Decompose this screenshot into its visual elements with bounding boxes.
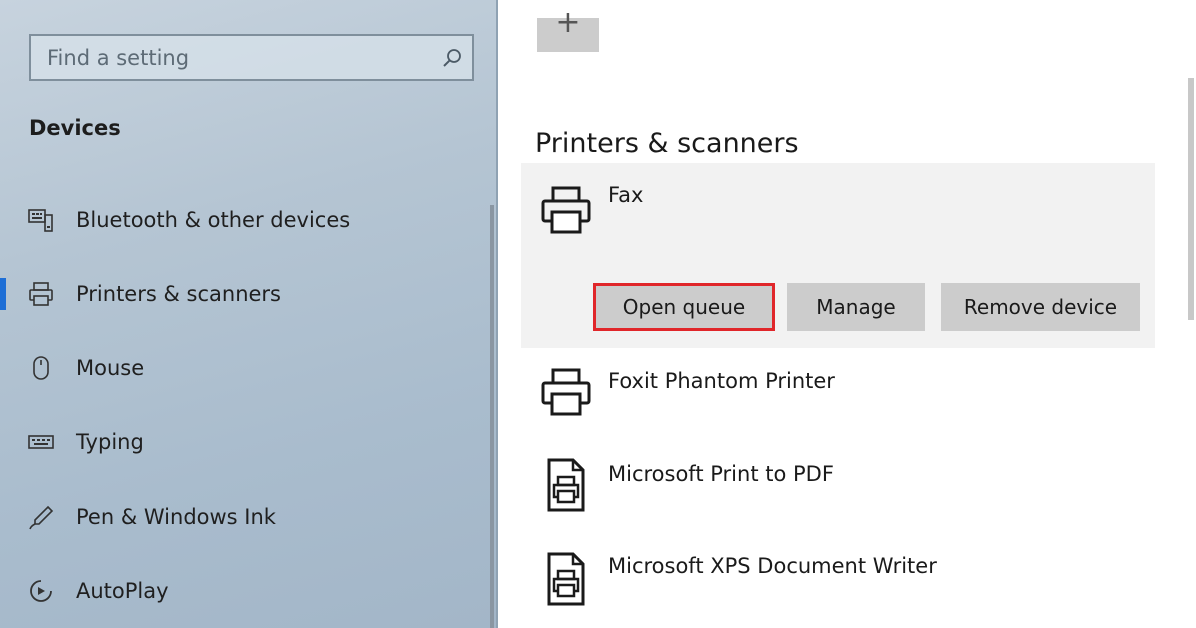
device-name: Fax	[608, 183, 644, 207]
device-item-xps-writer[interactable]: Microsoft XPS Document Writer	[521, 540, 1155, 620]
sidebar-item-label: Typing	[76, 430, 144, 454]
device-item-print-to-pdf[interactable]: Microsoft Print to PDF	[521, 448, 1155, 528]
search-box[interactable]	[29, 34, 474, 81]
printer-icon	[536, 363, 596, 421]
device-item-foxit[interactable]: Foxit Phantom Printer	[521, 355, 1155, 435]
printer-icon	[27, 280, 55, 308]
sidebar-item-mouse[interactable]: Mouse	[0, 343, 490, 393]
main-scrollbar[interactable]	[1188, 78, 1194, 320]
sidebar: Devices Bluetooth & other devices Printe…	[0, 0, 498, 628]
keyboard-icon	[27, 428, 55, 456]
sidebar-scrollbar[interactable]	[490, 205, 494, 628]
add-icon: +	[555, 5, 581, 40]
sidebar-item-bluetooth[interactable]: Bluetooth & other devices	[0, 195, 490, 245]
sidebar-item-printers[interactable]: Printers & scanners	[0, 269, 490, 319]
page-title: Printers & scanners	[535, 128, 799, 159]
sidebar-item-label: AutoPlay	[76, 579, 169, 603]
sidebar-item-label: Pen & Windows Ink	[76, 505, 276, 529]
section-title: Devices	[29, 116, 121, 140]
sidebar-item-label: Bluetooth & other devices	[76, 208, 351, 232]
sidebar-item-typing[interactable]: Typing	[0, 417, 490, 467]
search-icon[interactable]	[432, 36, 472, 79]
add-device-button[interactable]: +	[537, 8, 599, 52]
device-name: Foxit Phantom Printer	[608, 369, 835, 393]
open-queue-button[interactable]: Open queue	[593, 283, 775, 331]
pen-icon	[27, 503, 55, 531]
mouse-icon	[27, 354, 55, 382]
document-printer-icon	[536, 456, 596, 514]
sidebar-item-label: Mouse	[76, 356, 145, 380]
manage-button[interactable]: Manage	[787, 283, 925, 331]
bluetooth-devices-icon	[27, 206, 55, 234]
active-indicator	[0, 278, 6, 310]
device-item-fax[interactable]: Fax Open queue Manage Remove device	[521, 163, 1155, 348]
printer-icon	[536, 181, 596, 239]
sidebar-item-pen[interactable]: Pen & Windows Ink	[0, 492, 490, 542]
sidebar-item-autoplay[interactable]: AutoPlay	[0, 566, 490, 616]
sidebar-item-label: Printers & scanners	[76, 282, 281, 306]
document-printer-icon	[536, 550, 596, 608]
autoplay-icon	[27, 577, 55, 605]
device-name: Microsoft XPS Document Writer	[608, 554, 937, 578]
search-input[interactable]	[31, 36, 432, 79]
remove-device-button[interactable]: Remove device	[941, 283, 1140, 331]
main-panel: + Printers & scanners Fax Open queue Man…	[500, 0, 1196, 628]
device-name: Microsoft Print to PDF	[608, 462, 834, 486]
